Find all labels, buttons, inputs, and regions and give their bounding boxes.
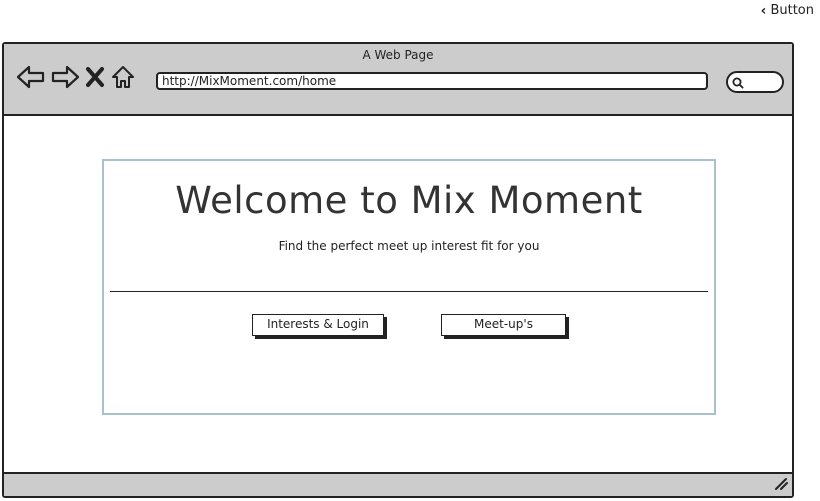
welcome-panel: Welcome to Mix Moment Find the perfect m… <box>102 159 716 415</box>
meetups-button[interactable]: Meet-up's <box>441 314 566 336</box>
close-x-icon[interactable] <box>84 64 106 90</box>
top-back-button[interactable]: ‹ Button <box>761 3 814 18</box>
back-arrow-icon[interactable] <box>16 64 46 90</box>
nav-controls <box>16 64 136 90</box>
search-button[interactable] <box>726 71 784 93</box>
url-bar[interactable]: http://MixMoment.com/home <box>156 72 708 90</box>
search-icon <box>732 77 744 89</box>
interests-login-button[interactable]: Interests & Login <box>252 314 384 336</box>
page-title: Welcome to Mix Moment <box>175 179 643 222</box>
resize-grip-icon[interactable] <box>774 475 788 494</box>
browser-chrome: A Web Page http://MixMoment.com/home <box>4 44 792 116</box>
forward-arrow-icon[interactable] <box>50 64 80 90</box>
divider <box>110 291 708 292</box>
home-icon[interactable] <box>110 64 136 90</box>
chevron-left-icon: ‹ <box>760 2 767 19</box>
window-title: A Web Page <box>362 48 434 62</box>
browser-window: A Web Page http://MixMoment.com/home Wel… <box>2 42 794 498</box>
browser-status-bar <box>4 472 792 496</box>
top-back-button-label: Button <box>770 3 814 18</box>
page-subtitle: Find the perfect meet up interest fit fo… <box>278 239 540 253</box>
